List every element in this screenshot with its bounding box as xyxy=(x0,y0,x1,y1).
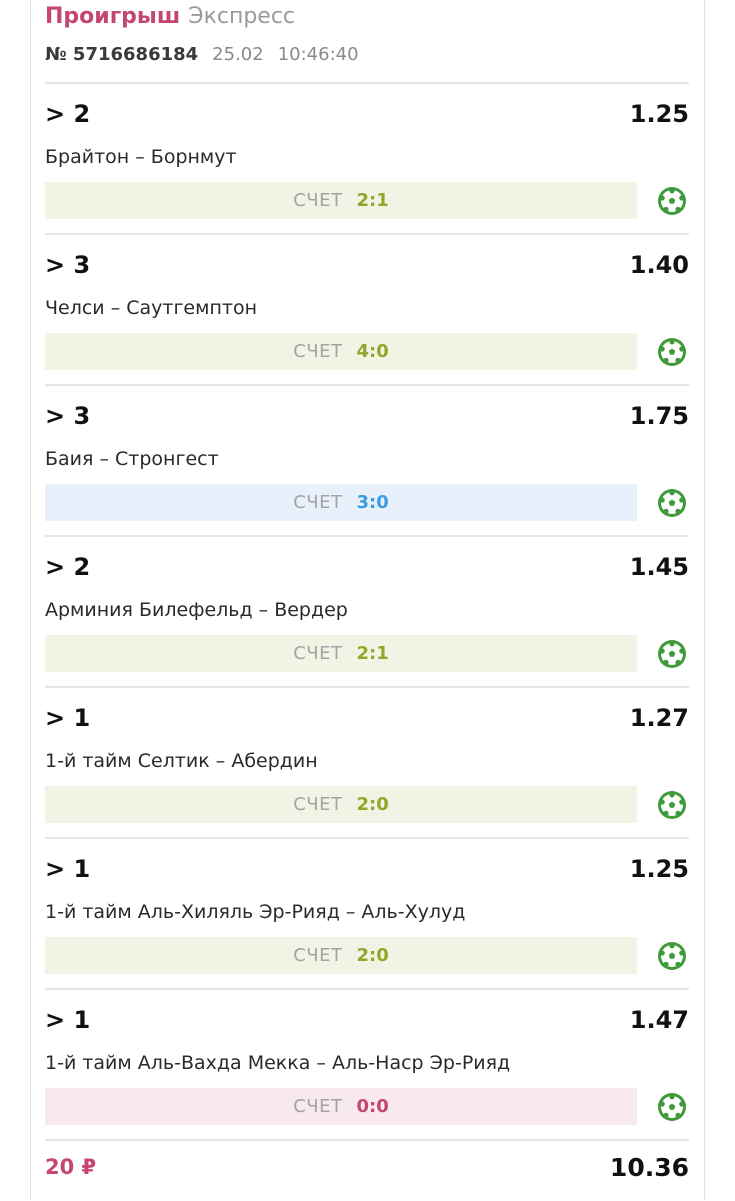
bet-odds: 1.45 xyxy=(629,553,689,581)
score-value: 0:0 xyxy=(356,1096,389,1117)
bet-row[interactable]: > 3 1.40 Челси – Саутгемптон СЧЕТ 4:0 xyxy=(45,235,689,384)
card-border-left xyxy=(30,0,31,1200)
bet-event-name: Баия – Стронгест xyxy=(45,448,219,470)
score-label: СЧЕТ xyxy=(293,1096,343,1117)
bet-row[interactable]: > 1 1.25 1-й тайм Аль-Хиляль Эр-Рияд – Аль… xyxy=(45,839,689,988)
bet-odds: 1.25 xyxy=(629,100,689,128)
bet-list: > 2 1.25 Брайтон – Борнмут СЧЕТ 2:1 > 3 1.40 Че… xyxy=(45,82,689,1139)
soccer-ball-icon xyxy=(658,942,686,970)
bet-event-name: Челси – Саутгемптон xyxy=(45,297,257,319)
soccer-ball-icon xyxy=(658,791,686,819)
score-bar: СЧЕТ 2:1 xyxy=(45,182,637,219)
score-bar: СЧЕТ 2:1 xyxy=(45,635,637,672)
bet-row[interactable]: > 1 1.27 1-й тайм Селтик – Абердин СЧЕТ 2:0 xyxy=(45,688,689,837)
soccer-ball-icon xyxy=(658,1093,686,1121)
score-label: СЧЕТ xyxy=(293,945,343,966)
score-bar: СЧЕТ 0:0 xyxy=(45,1088,637,1125)
bet-outcome: > 2 xyxy=(45,100,91,128)
score-value: 2:0 xyxy=(356,945,389,966)
bet-outcome: > 3 xyxy=(45,251,91,279)
bet-type: Экспресс xyxy=(188,4,296,29)
bet-event-name: 1-й тайм Селтик – Абердин xyxy=(45,750,318,772)
score-label: СЧЕТ xyxy=(293,341,343,362)
bet-row[interactable]: > 3 1.75 Баия – Стронгест СЧЕТ 3:0 xyxy=(45,386,689,535)
bet-odds: 1.25 xyxy=(629,855,689,883)
soccer-ball-icon xyxy=(658,338,686,366)
score-bar: СЧЕТ 4:0 xyxy=(45,333,637,370)
bet-status: Проигрыш xyxy=(45,4,181,29)
score-label: СЧЕТ xyxy=(293,643,343,664)
bet-event-name: 1-й тайм Аль-Хиляль Эр-Рияд – Аль-Хулуд xyxy=(45,901,466,923)
stake-amount: 20 ₽ xyxy=(45,1155,97,1179)
soccer-ball-icon xyxy=(658,187,686,215)
score-label: СЧЕТ xyxy=(293,492,343,513)
bet-date: 25.02 xyxy=(212,44,264,65)
bet-status-line: Проигрыш Экспресс xyxy=(45,4,295,29)
bet-outcome: > 1 xyxy=(45,855,91,883)
score-value: 2:1 xyxy=(356,643,389,664)
score-label: СЧЕТ xyxy=(293,794,343,815)
bet-odds: 1.27 xyxy=(629,704,689,732)
bet-event-name: Брайтон – Борнмут xyxy=(45,146,237,168)
bet-odds: 1.40 xyxy=(629,251,689,279)
bet-meta: № 5716686184 25.02 10:46:40 xyxy=(45,44,359,65)
score-label: СЧЕТ xyxy=(293,190,343,211)
score-bar: СЧЕТ 2:0 xyxy=(45,937,637,974)
bet-outcome: > 1 xyxy=(45,1006,91,1034)
score-value: 2:1 xyxy=(356,190,389,211)
bet-footer: 20 ₽ 10.36 xyxy=(45,1141,689,1201)
bet-row[interactable]: > 2 1.25 Брайтон – Борнмут СЧЕТ 2:1 xyxy=(45,84,689,233)
total-odds: 10.36 xyxy=(609,1153,689,1182)
bet-event-name: 1-й тайм Аль-Вахда Мекка – Аль-Наср Эр-Р… xyxy=(45,1052,511,1074)
score-bar: СЧЕТ 2:0 xyxy=(45,786,637,823)
bet-row[interactable]: > 1 1.47 1-й тайм Аль-Вахда Мекка – Аль-На… xyxy=(45,990,689,1139)
bet-outcome: > 1 xyxy=(45,704,91,732)
bet-outcome: > 3 xyxy=(45,402,91,430)
bet-header: Проигрыш Экспресс № 5716686184 25.02 10:46:… xyxy=(45,0,689,82)
score-value: 3:0 xyxy=(356,492,389,513)
bet-card[interactable]: Проигрыш Экспресс № 5716686184 25.02 10:46:… xyxy=(45,0,689,1201)
card-border-right xyxy=(704,0,705,1200)
bet-odds: 1.47 xyxy=(629,1006,689,1034)
score-value: 2:0 xyxy=(356,794,389,815)
bet-time: 10:46:40 xyxy=(277,44,359,65)
bet-row[interactable]: > 2 1.45 Арминия Билефельд – Вердер СЧЕТ 2:1 xyxy=(45,537,689,686)
soccer-ball-icon xyxy=(658,640,686,668)
soccer-ball-icon xyxy=(658,489,686,517)
bet-event-name: Арминия Билефельд – Вердер xyxy=(45,599,348,621)
score-bar: СЧЕТ 3:0 xyxy=(45,484,637,521)
bet-odds: 1.75 xyxy=(629,402,689,430)
bet-number: № 5716686184 xyxy=(45,44,199,65)
bet-outcome: > 2 xyxy=(45,553,91,581)
score-value: 4:0 xyxy=(356,341,389,362)
